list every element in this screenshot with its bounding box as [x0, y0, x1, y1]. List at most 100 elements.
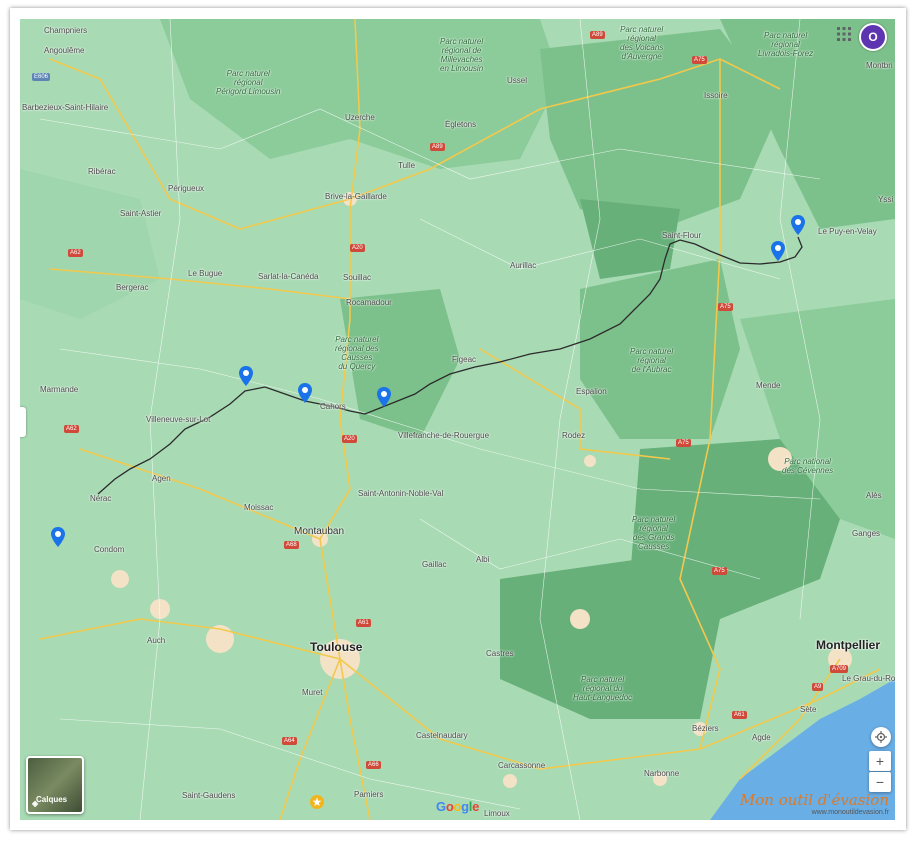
- city-label: Uzerche: [345, 113, 375, 122]
- city-label: Montpellier: [816, 638, 881, 652]
- star-icon[interactable]: [310, 795, 324, 809]
- location-marker-icon[interactable]: [791, 215, 805, 235]
- city-label: Saint-Flour: [662, 231, 702, 240]
- city-label: Gaillac: [422, 560, 447, 569]
- city-label: Le Grau-du-Roi: [842, 674, 895, 683]
- city-label: Villefranche-de-Rouergue: [398, 431, 490, 440]
- city-label: Pamiers: [354, 790, 384, 799]
- city-label: Brive-la-Gaillarde: [325, 192, 387, 201]
- city-label: Champniers: [44, 26, 88, 35]
- city-label: Mende: [756, 381, 781, 390]
- city-label: Périgueux: [168, 184, 205, 193]
- city-label: Issoire: [704, 91, 728, 100]
- city-label: Espalion: [576, 387, 607, 396]
- city-label: Ribérac: [88, 167, 116, 176]
- city-label: Condom: [94, 545, 125, 554]
- google-logo: Google: [436, 799, 480, 814]
- park-label: Parc naturel régional de Millevaches en …: [440, 37, 484, 73]
- road-shield: A62: [64, 425, 79, 433]
- map-viewport[interactable]: E606 A89 A75 A20 A89 A62 A20 A62 A68 A61…: [20, 19, 895, 820]
- city-label: Tulle: [398, 161, 416, 170]
- road-shield: A20: [350, 244, 365, 252]
- city-label: Auch: [147, 636, 166, 645]
- location-marker-icon[interactable]: [377, 387, 391, 407]
- zoom-in-button[interactable]: +: [869, 751, 891, 771]
- layers-label: ◈ Calques: [32, 795, 68, 808]
- city-label: Moissac: [244, 503, 274, 512]
- city-label: Sarlat-la-Canéda: [258, 272, 319, 281]
- road-shield: A75: [692, 56, 707, 64]
- watermark-url: www.monoutildevasion.fr: [811, 809, 889, 816]
- park-label: Parc national des Cévennes: [782, 457, 834, 475]
- park-label: Parc naturel régional de l'Aubrac: [630, 347, 674, 374]
- city-label: Marmande: [40, 385, 79, 394]
- city-label: Castelnaudary: [416, 731, 468, 740]
- city-label: Narbonne: [644, 769, 680, 778]
- location-marker-icon[interactable]: [771, 241, 785, 261]
- city-label: Toulouse: [310, 640, 363, 654]
- city-label: Le Puy-en-Velay: [818, 227, 877, 236]
- apps-grid-icon[interactable]: [837, 27, 851, 41]
- city-label: Nérac: [90, 494, 112, 503]
- city-label: Souillac: [343, 273, 372, 282]
- location-marker-icon[interactable]: [51, 527, 65, 547]
- city-label: Villeneuve-sur-Lot: [146, 415, 211, 424]
- park-label: Parc naturel régional des Causses du Que…: [335, 335, 379, 371]
- account-avatar[interactable]: O: [859, 23, 887, 51]
- road-shield: A89: [430, 143, 445, 151]
- road-shield: A709: [830, 665, 849, 673]
- city-label: Saint-Astier: [120, 209, 162, 218]
- city-label: Castres: [486, 649, 514, 658]
- side-panel-toggle[interactable]: [20, 407, 26, 437]
- park-label: Parc naturel régional du Haut-Languedoc: [573, 675, 633, 702]
- city-label: Rocamadour: [346, 298, 392, 307]
- city-label: Saint-Antonin-Noble-Val: [358, 489, 444, 498]
- city-label: Agde: [752, 733, 771, 742]
- city-label: Bergerac: [116, 283, 149, 292]
- city-label: Limoux: [484, 809, 510, 818]
- city-label: Barbezieux-Saint-Hilaire: [22, 103, 109, 112]
- park-label: Parc naturel régional des Grands Causses: [632, 515, 676, 551]
- city-label: Angoulême: [44, 46, 85, 55]
- road-shield: A20: [342, 435, 357, 443]
- city-label: Égletons: [445, 120, 477, 129]
- road-shield: A62: [68, 249, 83, 257]
- location-marker-icon[interactable]: [298, 383, 312, 403]
- city-label: Montbri: [866, 61, 893, 70]
- city-label: Le Bugue: [188, 269, 223, 278]
- city-label: Figeac: [452, 355, 477, 364]
- layers-button[interactable]: ◈ Calques: [26, 756, 84, 814]
- road-shield: A89: [590, 31, 605, 39]
- city-label: Muret: [302, 688, 323, 697]
- city-label: Sète: [800, 705, 817, 714]
- road-shield: A75: [712, 567, 727, 575]
- city-label: Béziers: [692, 724, 719, 733]
- location-marker-icon[interactable]: [239, 366, 253, 386]
- zoom-out-button[interactable]: −: [869, 772, 891, 792]
- crosshair-icon: [875, 731, 887, 743]
- road-shield: A9: [812, 683, 824, 691]
- city-label: Yssi: [878, 195, 894, 204]
- road-shield: A61: [356, 619, 371, 627]
- city-label: Rodez: [562, 431, 586, 440]
- park-label: Parc naturel régional Livradois-Forez: [758, 31, 814, 58]
- road-shield: A61: [732, 711, 747, 719]
- city-label: Saint-Gaudens: [182, 791, 236, 800]
- city-label: Cahors: [320, 402, 346, 411]
- city-label: Agen: [152, 474, 171, 483]
- road-shield: A64: [282, 737, 297, 745]
- city-label: Ganges: [852, 529, 881, 538]
- city-label: Carcassonne: [498, 761, 546, 770]
- road-shield: A68: [284, 541, 299, 549]
- road-shield: A75: [676, 439, 691, 447]
- road-shield: A75: [718, 303, 733, 311]
- my-location-button[interactable]: [871, 727, 891, 747]
- city-label: Alès: [866, 491, 882, 500]
- road-shield: E606: [32, 73, 51, 81]
- city-label: Montauban: [294, 526, 345, 537]
- watermark-title: Mon outil d'évasion: [739, 791, 889, 809]
- city-label: Ussel: [507, 76, 528, 85]
- city-label: Albi: [476, 555, 490, 564]
- park-label: Parc naturel régional Périgord Limousin: [216, 69, 281, 96]
- city-label: Aurillac: [510, 261, 537, 270]
